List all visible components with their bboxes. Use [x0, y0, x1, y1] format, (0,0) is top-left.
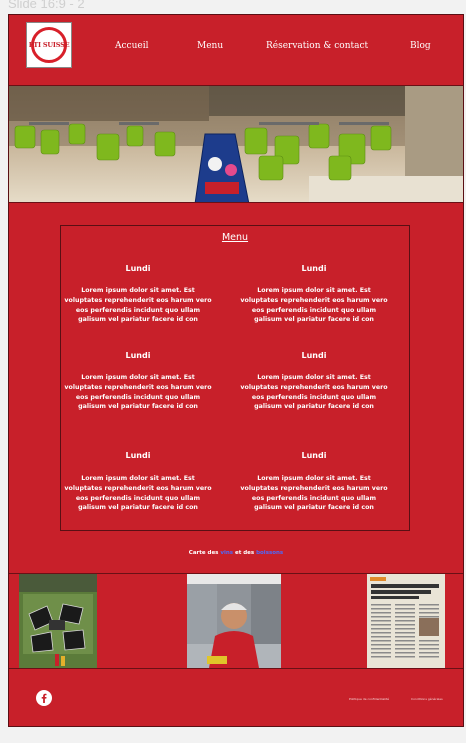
- gallery-photo-table[interactable]: [19, 574, 97, 668]
- menu-description: Lorem ipsum dolor sit amet. Est voluptat…: [64, 475, 212, 512]
- menu-day: Lundi: [301, 351, 327, 360]
- hero-image: [9, 85, 463, 203]
- slide-label: Slide 16:9 - 2: [8, 0, 85, 11]
- nav-accueil[interactable]: Accueil: [115, 41, 148, 51]
- menu-section: Menu Lundi Lorem ipsum dolor sit amet. E…: [60, 225, 410, 531]
- menu-title: Menu: [221, 232, 249, 243]
- facebook-icon: [41, 693, 47, 703]
- menu-description: Lorem ipsum dolor sit amet. Est voluptat…: [240, 374, 388, 411]
- menu-description: Lorem ipsum dolor sit amet. Est voluptat…: [64, 287, 212, 324]
- terrace-photo: [9, 86, 463, 202]
- chef-photo: [187, 574, 281, 668]
- drinks-menu-line: Carte des vins et des boissons: [9, 550, 463, 556]
- page-frame: PTI SUISSE Accueil Menu Réservation & co…: [8, 14, 464, 727]
- menu-day: Lundi: [125, 264, 151, 273]
- logo[interactable]: PTI SUISSE: [26, 22, 72, 68]
- nav-reservation-contact[interactable]: Réservation & contact: [266, 41, 368, 51]
- photo-gallery: [9, 573, 463, 669]
- facebook-link[interactable]: [36, 690, 52, 706]
- carte-prefix: Carte des: [188, 550, 221, 556]
- header: PTI SUISSE Accueil Menu Réservation & co…: [9, 15, 463, 85]
- newspaper-article-photo: [367, 574, 445, 668]
- nav-menu[interactable]: Menu: [197, 41, 223, 51]
- logo-ring: PTI SUISSE: [28, 27, 70, 63]
- menu-description: Lorem ipsum dolor sit amet. Est voluptat…: [240, 287, 388, 324]
- menu-day: Lundi: [125, 351, 151, 360]
- menu-description: Lorem ipsum dolor sit amet. Est voluptat…: [240, 475, 388, 512]
- logo-text: PTI SUISSE: [28, 41, 70, 49]
- table-setting-photo: [19, 574, 97, 668]
- menu-description: Lorem ipsum dolor sit amet. Est voluptat…: [64, 374, 212, 411]
- drinks-list-link[interactable]: boissons: [256, 550, 283, 556]
- menu-day: Lundi: [125, 451, 151, 460]
- gallery-photo-chef[interactable]: [187, 574, 281, 668]
- wine-list-link[interactable]: vins: [220, 550, 233, 556]
- gallery-photo-article[interactable]: [367, 574, 445, 668]
- nav-blog[interactable]: Blog: [410, 41, 431, 51]
- menu-day: Lundi: [301, 451, 327, 460]
- carte-middle: et des: [233, 550, 257, 556]
- menu-day: Lundi: [301, 264, 327, 273]
- terms-link[interactable]: Conditions générales: [411, 697, 443, 701]
- privacy-policy-link[interactable]: Politique de confidentialité: [349, 697, 389, 701]
